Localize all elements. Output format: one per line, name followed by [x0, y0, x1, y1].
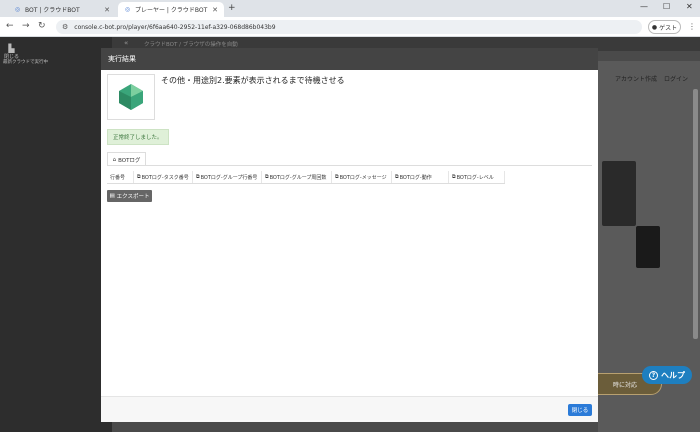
- status-alert: 正常終了しました。: [107, 129, 169, 145]
- browser-tabstrip: ◎ BOT | クラウドBOT ✕ ◎ プレーヤー | クラウドBOT ✕ + …: [0, 0, 700, 17]
- panel-icon: ▙: [8, 44, 15, 53]
- tab-title: BOT | クラウドBOT: [25, 7, 80, 14]
- column-header[interactable]: 行番号: [107, 171, 134, 183]
- guest-profile-button[interactable]: ● ゲスト: [648, 20, 681, 34]
- column-header[interactable]: ⧉ BOTログ-レベル: [449, 171, 505, 183]
- breadcrumb: クラウドBOT / ブラウザの操作を自動: [144, 42, 238, 48]
- hexagon-logo-icon: [119, 84, 143, 110]
- copy-icon: ⧉: [265, 174, 269, 180]
- back-arrow-icon[interactable]: ←: [6, 21, 14, 31]
- tab-title: プレーヤー | クラウドBOT: [135, 7, 208, 14]
- profile-icon: ●: [651, 23, 658, 31]
- column-header[interactable]: ⧉ BOTログ-タスク番号: [134, 171, 193, 183]
- chevron-left-icon[interactable]: «: [124, 39, 128, 47]
- browser-tab-bot[interactable]: ◎ BOT | クラウドBOT ✕: [8, 2, 116, 17]
- tab-divider: [107, 165, 592, 166]
- home-icon: ⌂: [112, 156, 117, 163]
- tab-bot-log[interactable]: ⌂ BOTログ: [107, 152, 146, 166]
- help-button[interactable]: ? ヘルプ: [642, 366, 692, 384]
- guest-label: ゲスト: [659, 24, 678, 32]
- sidebar-status-label: 最新クラウドで実行中: [3, 60, 48, 65]
- sidebar-close[interactable]: ▙ 閉じる: [4, 44, 19, 60]
- help-label: ヘルプ: [661, 370, 685, 380]
- copy-icon: ⧉: [196, 174, 200, 180]
- browser-toolbar: ← → ↻ ⚙ console.c-bot.pro/player/6f6aa64…: [0, 17, 700, 37]
- export-label: エクスポート: [116, 194, 150, 200]
- modal-footer: 閉じる: [101, 396, 598, 422]
- column-header[interactable]: ⧉ BOTログ-メッセージ: [332, 171, 392, 183]
- copy-icon: ⧉: [395, 174, 399, 180]
- close-window-button[interactable]: ✕: [686, 2, 693, 11]
- question-icon: ?: [649, 370, 658, 380]
- file-icon: ▤: [109, 193, 115, 199]
- result-modal: 実行結果 その他・用途別2.要素が表示されるまで待機させる 正常終了しました。 …: [101, 48, 598, 422]
- address-bar[interactable]: ⚙ console.c-bot.pro/player/6f6aa640-2952…: [56, 20, 642, 34]
- export-button[interactable]: ▤ エクスポート: [107, 190, 152, 202]
- new-tab-button[interactable]: +: [228, 3, 236, 13]
- minimize-button[interactable]: —: [640, 2, 648, 11]
- left-sidebar: ▙ 閉じる 最新クラウドで実行中: [0, 37, 112, 432]
- log-table-header: 行番号 ⧉ BOTログ-タスク番号 ⧉ BOTログ-グループ行番号 ⧉ BOTログ-グ…: [107, 171, 505, 184]
- tab-close-icon[interactable]: ✕: [212, 6, 218, 14]
- signup-link[interactable]: アカウント作成: [615, 74, 657, 83]
- reload-icon[interactable]: ↻: [38, 21, 46, 31]
- column-header[interactable]: ⧉ BOTログ-グループ行番号: [193, 171, 262, 183]
- laptop-image: [602, 161, 636, 226]
- browser-tab-player[interactable]: ◎ プレーヤー | クラウドBOT ✕: [118, 2, 224, 17]
- page-favicon-icon: ◎: [124, 6, 131, 13]
- modal-body: その他・用途別2.要素が表示されるまで待機させる 正常終了しました。 ⌂ BOT…: [101, 70, 598, 396]
- tab-close-icon[interactable]: ✕: [104, 6, 110, 14]
- forward-arrow-icon[interactable]: →: [22, 21, 30, 31]
- site-info-icon[interactable]: ⚙: [62, 23, 68, 31]
- column-header[interactable]: ⧉ BOTログ-グループ周回数: [262, 171, 332, 183]
- close-button[interactable]: 閉じる: [568, 404, 592, 416]
- bot-title: その他・用途別2.要素が表示されるまで待機させる: [161, 76, 345, 85]
- modal-header: 実行結果: [101, 48, 598, 70]
- copy-icon: ⧉: [335, 174, 339, 180]
- maximize-button[interactable]: ☐: [663, 2, 670, 11]
- login-link[interactable]: ログイン: [664, 74, 688, 83]
- address-url: console.c-bot.pro/player/6f6aa640-2952-1…: [74, 23, 276, 31]
- page-scrollbar[interactable]: [693, 89, 698, 339]
- column-header[interactable]: ⧉ BOTログ-動作: [392, 171, 449, 183]
- browser-menu-icon[interactable]: ⋮: [688, 22, 696, 31]
- tab-label: BOTログ: [118, 157, 141, 164]
- copy-icon: ⧉: [137, 174, 141, 180]
- page-favicon-icon: ◎: [14, 6, 21, 13]
- bot-logo: [107, 74, 155, 120]
- phone-image: [636, 226, 660, 268]
- copy-icon: ⧉: [452, 174, 456, 180]
